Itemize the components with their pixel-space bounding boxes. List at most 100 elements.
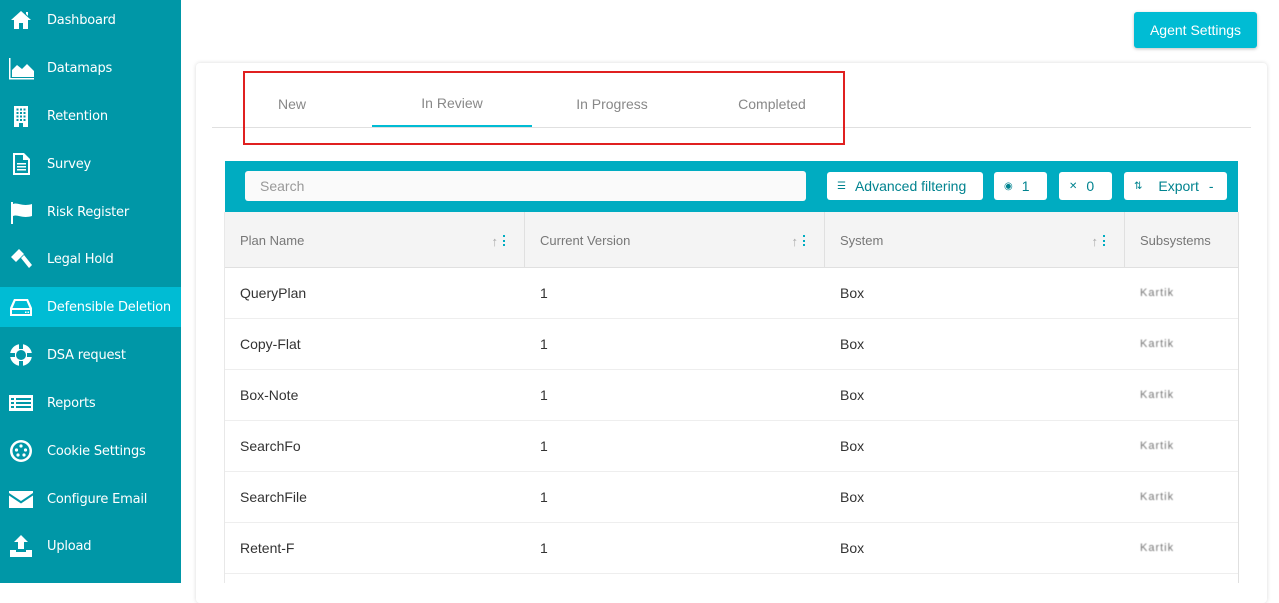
tab-new[interactable]: New <box>212 80 372 127</box>
sidebar-item-dashboard[interactable]: Dashboard <box>0 0 181 40</box>
column-header-plan-name[interactable]: Plan Name ↑ <box>225 212 525 268</box>
cell-subsystems: Kartik <box>1140 542 1175 554</box>
column-label: System <box>840 232 884 248</box>
sidebar: Dashboard Datamaps Retention Survey Risk… <box>0 0 181 583</box>
cell-plan-name: Copy-Flat <box>240 336 301 352</box>
list-icon <box>8 390 34 416</box>
sidebar-item-label: Configure Email <box>47 491 148 507</box>
cell-subsystems: Kartik <box>1140 389 1175 401</box>
sidebar-item-risk-register[interactable]: Risk Register <box>0 192 181 232</box>
column-menu-icon[interactable] <box>503 235 506 246</box>
column-header-system[interactable]: System ↑ <box>825 212 1125 268</box>
home-icon <box>8 7 34 33</box>
hidden-columns-button[interactable]: ◉ 1 <box>994 172 1047 200</box>
upload-icon <box>8 533 34 559</box>
cell-system: Box <box>840 489 865 505</box>
cell-plan-name: QueryPlan <box>240 285 307 301</box>
cell-system: Box <box>840 387 865 403</box>
document-icon <box>8 151 34 177</box>
cell-current-version: 1 <box>540 285 548 301</box>
hidden-columns-count: 1 <box>1021 178 1030 194</box>
column-menu-icon[interactable] <box>1103 235 1106 246</box>
sidebar-item-label: Survey <box>47 156 92 172</box>
cell-plan-name: Retent-F <box>240 540 295 556</box>
status-tabs: New In Review In Progress Completed <box>212 80 1251 128</box>
sidebar-item-label: Risk Register <box>47 204 130 220</box>
clear-filters-button[interactable]: ✕ 0 <box>1059 172 1112 200</box>
cookie-icon <box>8 438 34 464</box>
envelope-icon <box>8 486 34 512</box>
cell-current-version: 1 <box>540 336 548 352</box>
cell-plan-name: Box-Note <box>240 387 299 403</box>
gavel-icon <box>8 246 34 272</box>
cell-plan-name: SearchFo <box>240 438 301 454</box>
column-header-current-version[interactable]: Current Version ↑ <box>525 212 825 268</box>
tab-in-review[interactable]: In Review <box>372 80 532 127</box>
cell-plan-name: SearchFile <box>240 489 307 505</box>
table-header: Plan Name ↑ Current Version ↑ System ↑ S… <box>225 212 1238 268</box>
agent-settings-button[interactable]: Agent Settings <box>1134 12 1257 48</box>
filter-icon: ☰ <box>837 180 846 192</box>
cell-system: Box <box>840 285 865 301</box>
sidebar-item-label: Defensible Deletion <box>47 299 171 315</box>
sidebar-item-label: Reports <box>47 395 96 411</box>
cell-subsystems: Kartik <box>1140 440 1175 452</box>
flag-icon <box>8 199 34 225</box>
table-right-border <box>1238 212 1239 583</box>
sidebar-item-upload[interactable]: Upload <box>0 526 181 566</box>
eye-slash-icon: ◉ <box>1004 180 1013 192</box>
sort-arrow-icon[interactable]: ↑ <box>492 234 499 249</box>
cell-subsystems: Kartik <box>1140 338 1175 350</box>
chevron-down-icon: - <box>1208 178 1214 194</box>
sort-arrow-icon[interactable]: ↑ <box>1092 234 1099 249</box>
close-icon: ✕ <box>1069 180 1078 192</box>
table-row[interactable]: QueryPlan 1 Box Kartik <box>225 268 1238 319</box>
column-label: Current Version <box>540 232 631 248</box>
building-icon <box>8 103 34 129</box>
sidebar-item-label: DSA request <box>47 347 126 363</box>
table-row[interactable]: Box-Note 1 Box Kartik <box>225 370 1238 421</box>
column-label: Plan Name <box>240 232 305 248</box>
column-label: Subsystems <box>1140 232 1211 248</box>
tab-in-progress[interactable]: In Progress <box>532 80 692 127</box>
sidebar-item-legal-hold[interactable]: Legal Hold <box>0 239 181 279</box>
advanced-filtering-button[interactable]: ☰ Advanced filtering <box>827 172 983 200</box>
column-menu-icon[interactable] <box>803 235 806 246</box>
sidebar-item-label: Retention <box>47 108 108 124</box>
table-row[interactable]: Retent-F 1 Box Kartik <box>225 523 1238 574</box>
sidebar-item-label: Dashboard <box>47 12 116 28</box>
table-left-border <box>224 212 225 583</box>
sidebar-item-datamaps[interactable]: Datamaps <box>0 48 181 88</box>
sidebar-item-dsa-request[interactable]: DSA request <box>0 335 181 375</box>
sidebar-item-retention[interactable]: Retention <box>0 96 181 136</box>
cell-current-version: 1 <box>540 387 548 403</box>
sidebar-item-defensible-deletion[interactable]: Defensible Deletion <box>0 287 181 327</box>
hard-drive-icon <box>8 294 34 320</box>
cell-current-version: 1 <box>540 540 548 556</box>
search-input[interactable] <box>245 171 806 201</box>
area-chart-icon <box>8 55 34 81</box>
sidebar-item-survey[interactable]: Survey <box>0 144 181 184</box>
sort-arrow-icon[interactable]: ↑ <box>792 234 799 249</box>
table-row[interactable]: SearchFo 1 Box Kartik <box>225 421 1238 472</box>
table-row[interactable]: Copy-Flat 1 Box Kartik <box>225 319 1238 370</box>
tab-completed[interactable]: Completed <box>692 80 852 127</box>
export-button[interactable]: ⇅ Export - <box>1124 172 1227 200</box>
column-header-subsystems[interactable]: Subsystems <box>1125 212 1238 268</box>
lifebuoy-icon <box>8 342 34 368</box>
sidebar-item-configure-email[interactable]: Configure Email <box>0 479 181 519</box>
sidebar-item-reports[interactable]: Reports <box>0 383 181 423</box>
cell-system: Box <box>840 336 865 352</box>
cell-system: Box <box>840 438 865 454</box>
sidebar-item-cookie-settings[interactable]: Cookie Settings <box>0 431 181 471</box>
sidebar-item-label: Upload <box>47 538 92 554</box>
cell-current-version: 1 <box>540 438 548 454</box>
cell-subsystems: Kartik <box>1140 287 1175 299</box>
clear-filters-count: 0 <box>1086 178 1095 194</box>
export-icon: ⇅ <box>1134 180 1143 192</box>
sidebar-item-label: Cookie Settings <box>47 443 146 459</box>
table-row[interactable]: SearchFile 1 Box Kartik <box>225 472 1238 523</box>
sidebar-item-label: Datamaps <box>47 60 113 76</box>
cell-system: Box <box>840 540 865 556</box>
advanced-filtering-label: Advanced filtering <box>854 178 967 194</box>
